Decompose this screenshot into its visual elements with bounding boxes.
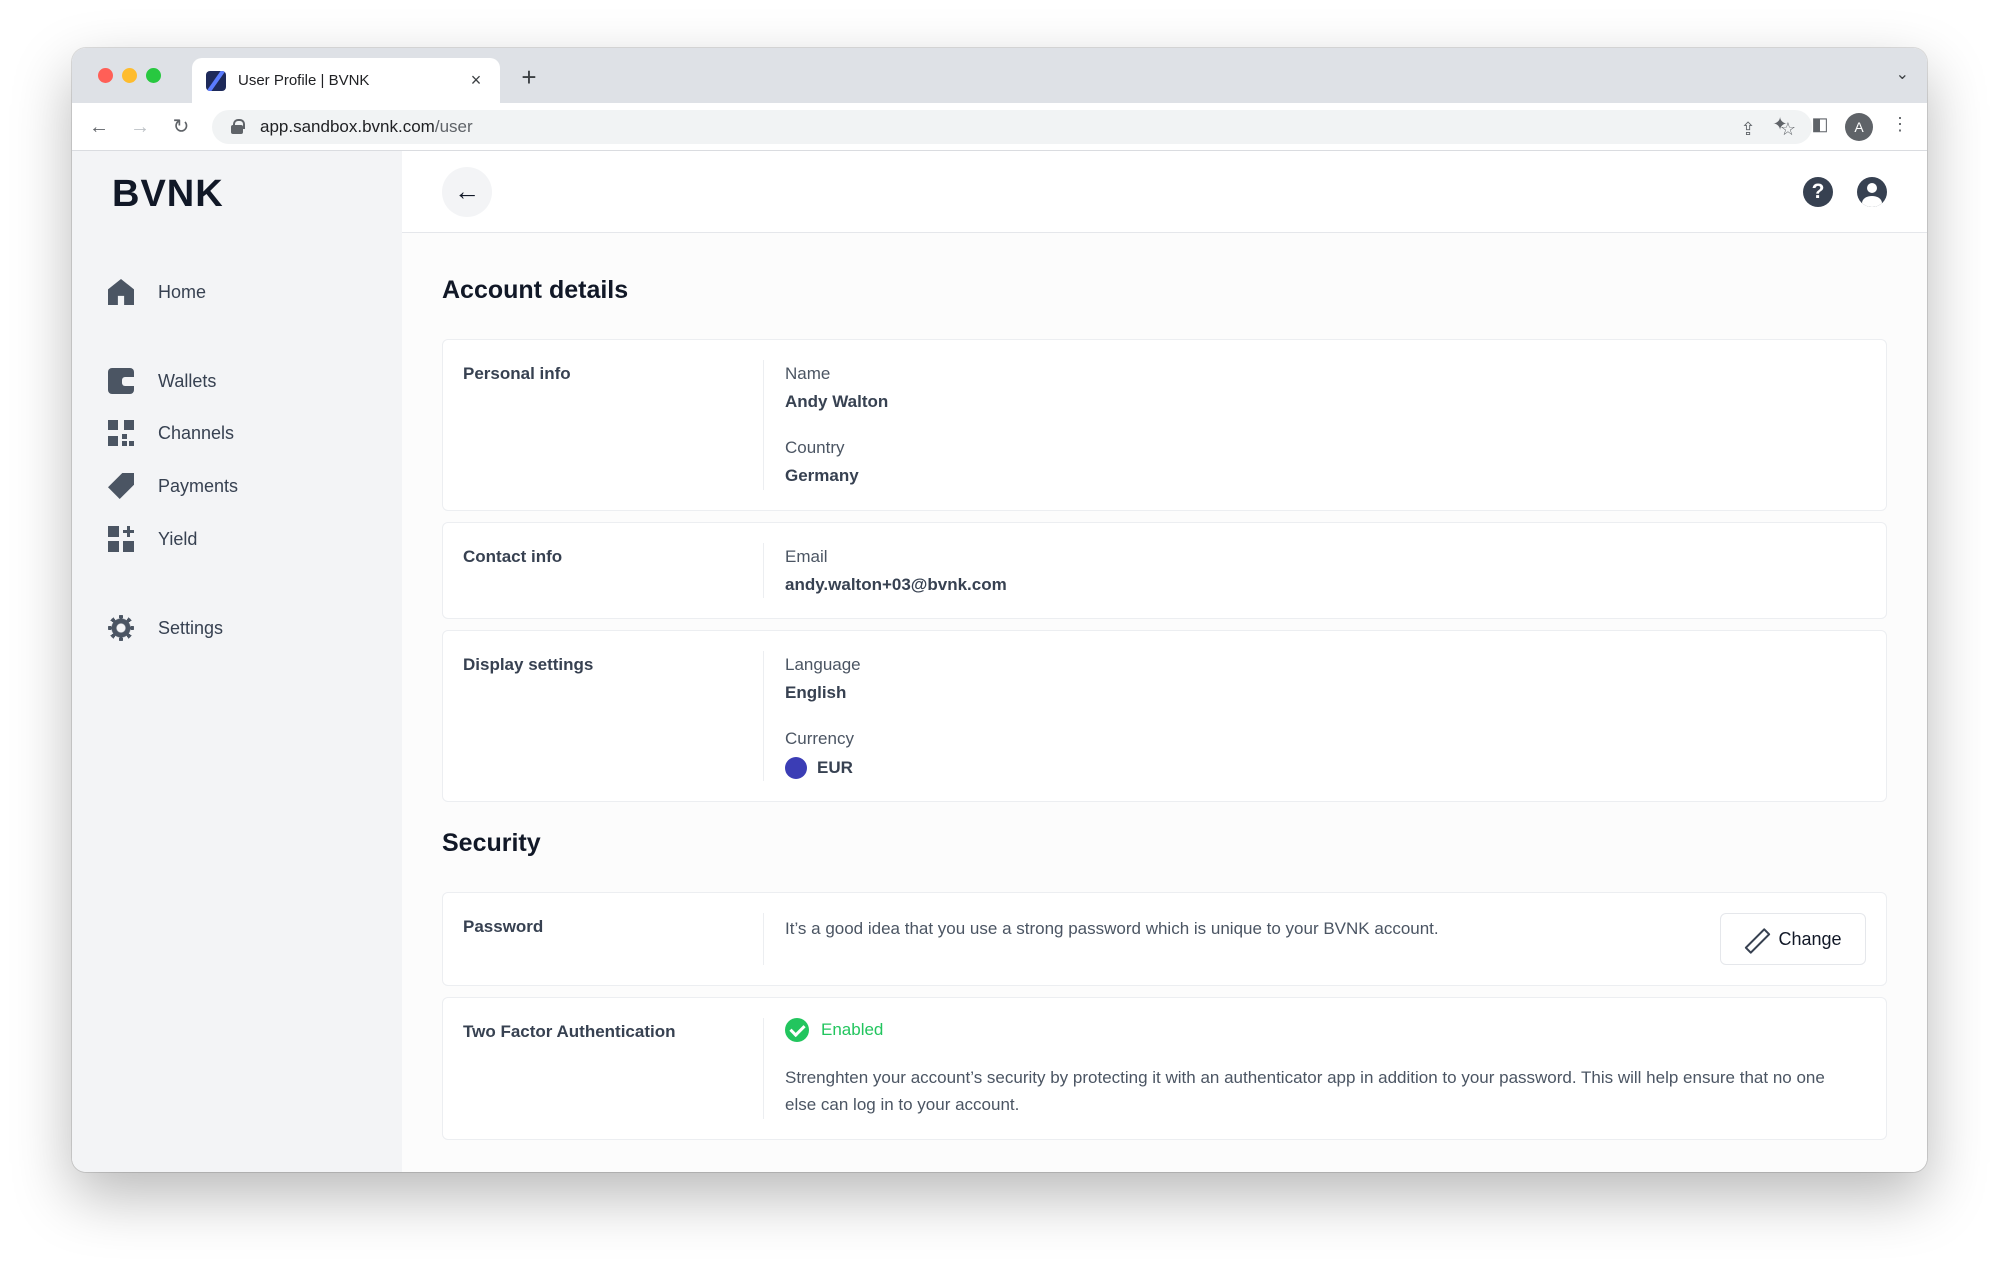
sidebar-item-channels[interactable]: Channels (108, 413, 234, 453)
home-icon (108, 279, 134, 305)
sidebar-item-label: Yield (158, 528, 198, 549)
main-content: ← ? Account details Personal info Name A… (402, 151, 1927, 1172)
password-description: It’s a good idea that you use a strong p… (785, 919, 1439, 938)
name-value: Andy Walton (785, 392, 889, 411)
tab-strip: User Profile | BVNK × + ⌄ (72, 48, 1927, 103)
display-settings-card: Display settings Language English Curren… (442, 630, 1887, 802)
country-label: Country (785, 438, 845, 457)
name-label: Name (785, 364, 831, 383)
currency-label: Currency (785, 729, 854, 748)
browser-forward-icon[interactable]: → (127, 114, 153, 140)
help-icon[interactable]: ? (1803, 177, 1833, 207)
change-password-button[interactable]: Change (1720, 913, 1866, 965)
bvnk-favicon-icon (206, 70, 226, 91)
account-details-title: Account details (442, 276, 629, 304)
personal-info-card: Personal info Name Andy Walton Country G… (442, 339, 1887, 511)
url-path: /user (434, 117, 473, 136)
browser-menu-icon[interactable]: ⋮ (1887, 114, 1913, 135)
contact-info-label: Contact info (463, 547, 563, 566)
extensions-icon[interactable]: ✦ (1767, 114, 1793, 135)
tab-search-icon[interactable]: ⌄ (1896, 64, 1909, 84)
card-divider (763, 1018, 764, 1119)
tab-title: User Profile | BVNK (238, 72, 370, 89)
change-button-label: Change (1778, 928, 1842, 949)
language-field: Language English (785, 655, 861, 703)
sidebar-item-settings[interactable]: Settings (108, 608, 223, 648)
profile-avatar[interactable]: A (1845, 113, 1873, 141)
two-factor-status: Enabled (785, 1018, 883, 1042)
sidebar-item-wallets[interactable]: Wallets (108, 361, 216, 401)
password-card: Password It’s a good idea that you use a… (442, 892, 1887, 986)
back-button[interactable]: ← (442, 167, 492, 217)
sidebar-item-label: Settings (158, 617, 224, 638)
two-factor-description: Strenghten your account’s security by pr… (785, 1068, 1825, 1114)
country-value: Germany (785, 466, 859, 485)
check-circle-icon (785, 1018, 809, 1042)
currency-value: EUR (817, 758, 853, 777)
status-text: Enabled (821, 1020, 884, 1039)
name-field: Name Andy Walton (785, 364, 888, 412)
account-icon[interactable] (1857, 177, 1887, 207)
password-label: Password (463, 917, 544, 936)
language-label: Language (785, 655, 861, 674)
gear-icon (108, 615, 134, 641)
sidebar-item-label: Home (158, 281, 207, 302)
tab-close-icon[interactable]: × (466, 70, 486, 91)
card-divider (763, 913, 764, 965)
personal-info-label: Personal info (463, 364, 571, 383)
card-divider (763, 543, 764, 598)
card-divider (763, 651, 764, 781)
sidebar: BVNK Home Wallets Channels Payments Yiel… (72, 151, 402, 1172)
browser-toolbar: ← → ↻ app.sandbox.bvnk.com/user ⇪ ☆ ✦ ◧ … (72, 103, 1927, 151)
side-panel-icon[interactable]: ◧ (1807, 114, 1833, 135)
browser-tab[interactable]: User Profile | BVNK × (192, 58, 500, 103)
maximize-window-button[interactable] (146, 68, 161, 83)
eur-currency-icon (785, 757, 807, 779)
pencil-icon (1744, 928, 1766, 950)
currency-value-row: EUR (785, 757, 854, 779)
address-bar[interactable]: app.sandbox.bvnk.com/user ⇪ ☆ (212, 110, 1812, 144)
minimize-window-button[interactable] (122, 68, 137, 83)
email-field: Email andy.walton+03@bvnk.com (785, 547, 1007, 595)
two-factor-card: Two Factor Authentication Enabled Streng… (442, 997, 1887, 1140)
top-bar: ← ? (402, 151, 1927, 233)
browser-window: User Profile | BVNK × + ⌄ ← → ↻ app.sand… (72, 48, 1927, 1172)
display-settings-label: Display settings (463, 655, 594, 674)
new-tab-button[interactable]: + (514, 62, 544, 93)
country-field: Country Germany (785, 438, 859, 486)
url-host: app.sandbox.bvnk.com (260, 117, 435, 136)
lock-icon (230, 119, 245, 135)
sidebar-item-yield[interactable]: Yield (108, 519, 197, 559)
sidebar-item-label: Payments (158, 475, 239, 496)
email-value: andy.walton+03@bvnk.com (785, 575, 1007, 594)
channels-icon (108, 420, 134, 446)
share-icon[interactable]: ⇪ (1736, 119, 1760, 140)
yield-icon (108, 526, 134, 552)
currency-field: Currency EUR (785, 729, 854, 779)
security-title: Security (442, 829, 541, 857)
sidebar-item-label: Wallets (158, 370, 217, 391)
card-divider (763, 360, 764, 490)
tag-icon (108, 473, 134, 499)
email-label: Email (785, 547, 828, 566)
language-value: English (785, 683, 847, 702)
browser-back-icon[interactable]: ← (86, 114, 112, 140)
app: BVNK Home Wallets Channels Payments Yiel… (72, 151, 1927, 1172)
wallet-icon (108, 368, 134, 394)
sidebar-item-home[interactable]: Home (108, 272, 206, 312)
close-window-button[interactable] (98, 68, 113, 83)
contact-info-card: Contact info Email andy.walton+03@bvnk.c… (442, 522, 1887, 619)
two-factor-label: Two Factor Authentication (463, 1022, 676, 1041)
reload-icon[interactable]: ↻ (168, 114, 194, 140)
sidebar-item-payments[interactable]: Payments (108, 466, 238, 506)
bvnk-logo[interactable]: BVNK (112, 173, 224, 216)
sidebar-item-label: Channels (158, 422, 235, 443)
